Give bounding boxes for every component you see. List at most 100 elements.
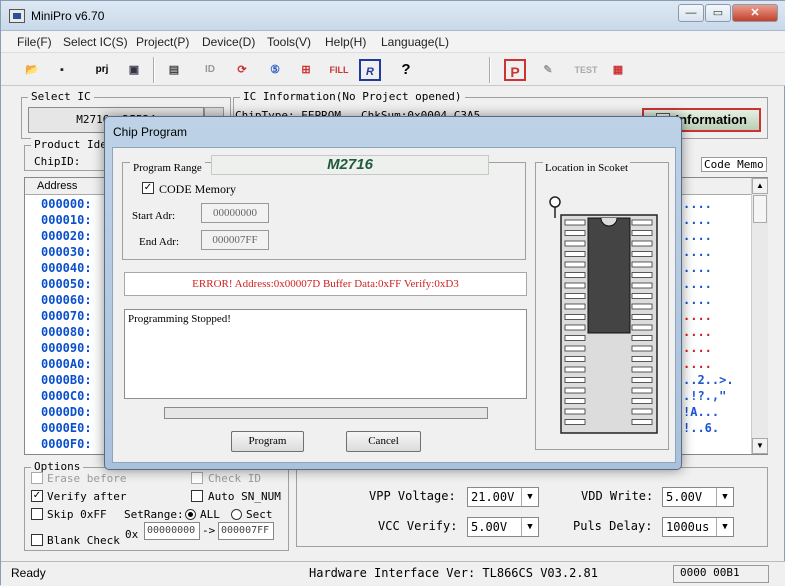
menu-file[interactable]: File(F) [17, 35, 52, 49]
socket-pin [631, 408, 653, 415]
socket-pin [631, 419, 653, 425]
menu-device[interactable]: Device(D) [202, 35, 255, 49]
end-address-field[interactable]: 000007FF [201, 230, 269, 250]
check-id-checkbox[interactable] [191, 472, 203, 484]
socket-pin [631, 251, 653, 257]
range-end-field[interactable]: 000007FF [218, 522, 274, 540]
hex-row-ascii: .... [683, 309, 712, 323]
socket-pin [564, 324, 586, 331]
menu-help[interactable]: Help(H) [325, 35, 366, 49]
hex-row-address: 0000A0: [41, 357, 92, 371]
socket-pin [631, 314, 653, 320]
auto-sn-checkbox[interactable] [191, 490, 203, 502]
maximize-button[interactable]: ▭ [705, 4, 731, 22]
hex-row-address: 000060: [41, 293, 92, 307]
close-button[interactable]: ✕ [732, 4, 778, 22]
vcc-verify-select[interactable]: 5.00V ▼ [467, 517, 539, 537]
range-all-radio[interactable] [185, 509, 196, 520]
chevron-down-icon: ▼ [716, 518, 733, 536]
cancel-button[interactable]: Cancel [346, 431, 421, 452]
socket-pin [564, 251, 586, 257]
vdd-write-select[interactable]: 5.00V ▼ [662, 487, 734, 507]
check-id-label: Check ID [208, 472, 261, 485]
blank-check-checkbox[interactable] [31, 534, 43, 546]
program-range-label: Program Range [130, 162, 205, 174]
error-message: ERROR! Address:0x00007D Buffer Data:0xFF… [124, 272, 527, 296]
scroll-down-icon[interactable]: ▼ [752, 438, 768, 454]
save-project-icon[interactable]: ▣ [123, 59, 145, 81]
erase-before-checkbox[interactable] [31, 472, 43, 484]
end-address-label: End Adr: [139, 236, 180, 248]
fill-icon[interactable]: FILL [325, 59, 353, 81]
vertical-scrollbar[interactable]: ▲ ▼ [751, 178, 768, 454]
hex-row-ascii: ..2..>. [683, 373, 734, 387]
chip-outline [587, 217, 631, 334]
puls-delay-select[interactable]: 1000us ▼ [662, 517, 734, 537]
app-icon [9, 9, 25, 23]
range-arrow: -> [202, 524, 216, 537]
menu-language[interactable]: Language(L) [381, 35, 449, 49]
vpp-voltage-select[interactable]: 21.00V ▼ [467, 487, 539, 507]
menu-bar: File(F) Select IC(S) Project(P) Device(D… [1, 31, 785, 52]
toolbar: 📂 ▪ prj ▣ ▤ ID ⟳ ⑤ ⊞ FILL R ? P ✎ TEST ▦ [1, 52, 785, 86]
hex-row-ascii: .... [683, 325, 712, 339]
program-icon[interactable]: ⊞ [295, 59, 317, 81]
hex-row-ascii: .... [683, 293, 712, 307]
production-mode-icon[interactable]: P [504, 59, 526, 81]
program-range-group [122, 162, 526, 260]
code-memo-tab[interactable]: Code Memo [701, 157, 767, 172]
code-memory-checkbox[interactable]: ✓ [142, 182, 154, 194]
read-id-icon[interactable]: ID [199, 59, 221, 81]
socket-pin [564, 366, 586, 373]
status-bar: Ready Hardware Interface Ver: TL866CS V0… [1, 561, 785, 586]
menu-select-ic[interactable]: Select IC(S) [63, 35, 128, 49]
read-icon[interactable]: ⟳ [231, 59, 253, 81]
dialog-title: Chip Program [113, 125, 188, 139]
menu-project[interactable]: Project(P) [136, 35, 189, 49]
socket-pin [631, 261, 653, 268]
chip-program-dialog: Chip Program Program Range M2716 ✓ CODE … [104, 116, 682, 470]
scroll-thumb[interactable] [753, 195, 767, 223]
socket-pin [631, 377, 653, 383]
minimize-button[interactable]: — [678, 4, 704, 22]
run-icon[interactable]: R [359, 59, 381, 81]
verify-after-checkbox[interactable]: ✓ [31, 490, 43, 502]
range-sect-radio[interactable] [231, 509, 242, 520]
socket-pin [631, 282, 653, 289]
program-button[interactable]: Program [231, 431, 304, 452]
chip-icon[interactable]: ▦ [607, 59, 629, 81]
hex-row-ascii: .... [683, 341, 712, 355]
skip-ff-checkbox[interactable] [31, 508, 43, 520]
save-icon[interactable]: ▪ [51, 59, 73, 81]
hex-row-ascii: .... [683, 197, 712, 211]
log-textarea[interactable]: Programming Stopped! [124, 309, 527, 399]
socket-diagram [549, 196, 658, 434]
hex-row-ascii: !..6. [683, 421, 720, 435]
memory-icon[interactable]: ▤ [163, 59, 185, 81]
range-start-field[interactable]: 00000000 [144, 522, 200, 540]
socket-pin [631, 230, 653, 236]
verify-icon[interactable]: ⑤ [264, 59, 286, 81]
socket-pin [631, 335, 653, 341]
hex-prefix-label: 0x [125, 528, 139, 541]
socket-pin [631, 366, 653, 373]
hex-row-address: 000080: [41, 325, 92, 339]
location-label: Location in Scoket [543, 162, 631, 174]
menu-tools[interactable]: Tools(V) [267, 35, 311, 49]
help-icon[interactable]: ? [395, 59, 417, 81]
vcc-verify-label: VCC Verify: [378, 519, 458, 533]
open-project-icon[interactable]: prj [91, 59, 113, 81]
socket-pin [631, 356, 653, 362]
scroll-up-icon[interactable]: ▲ [752, 178, 768, 194]
socket-pin [631, 219, 653, 226]
chevron-down-icon: ▼ [521, 518, 538, 536]
socket-pin [564, 408, 586, 415]
open-folder-icon[interactable]: 📂 [21, 59, 43, 81]
hex-row-ascii: !A... [683, 405, 720, 419]
hex-row-address: 0000E0: [41, 421, 92, 435]
edit-icon[interactable]: ✎ [537, 59, 559, 81]
socket-pin [564, 314, 586, 320]
chevron-down-icon: ▼ [521, 488, 538, 506]
test-icon[interactable]: TEST [571, 59, 601, 81]
start-address-field[interactable]: 00000000 [201, 203, 269, 223]
